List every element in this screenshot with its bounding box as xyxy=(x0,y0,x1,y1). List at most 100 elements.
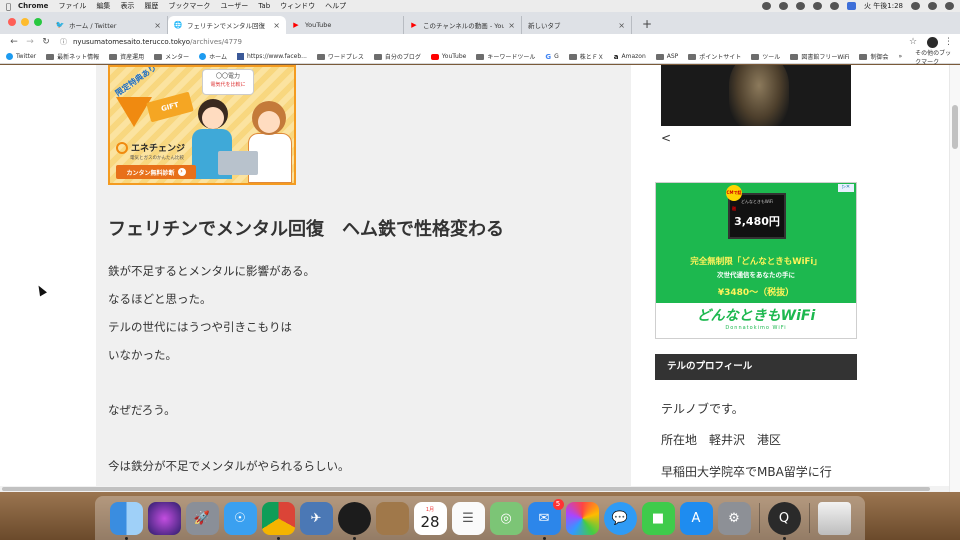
bookmark-item[interactable]: 資産運用 xyxy=(109,52,144,61)
bookmark-item[interactable]: メンター xyxy=(154,52,189,61)
menu-history[interactable]: 履歴 xyxy=(144,1,158,11)
tab-youtube-channel[interactable]: ▶ このチャンネルの動画 - YouTube × xyxy=(404,16,522,34)
compass-app-icon[interactable] xyxy=(337,501,371,540)
scrollbar-thumb[interactable] xyxy=(2,487,930,491)
close-window-button[interactable] xyxy=(8,18,16,26)
record-icon[interactable] xyxy=(762,2,772,10)
chrome-status-icon[interactable] xyxy=(779,2,789,10)
siri-icon[interactable] xyxy=(147,501,181,535)
more-menu-icon[interactable]: ⋮ xyxy=(944,37,954,47)
app-store-icon[interactable]: A xyxy=(679,501,713,535)
status-area: 火 午後1:28 xyxy=(762,1,954,11)
chrome-icon[interactable] xyxy=(261,501,295,540)
bookmark-item[interactable]: GG xyxy=(545,53,558,61)
bookmark-item[interactable]: 制御会 xyxy=(859,52,888,61)
tab-youtube[interactable]: ▶ YouTube xyxy=(286,16,404,34)
wifi-banner-ad[interactable]: ▷✕ どんなときもWiFi 3,480円 CMで話題 完全無制限「どんなときもW… xyxy=(655,182,857,339)
input-method-icon[interactable] xyxy=(847,2,857,10)
search-icon[interactable] xyxy=(928,2,937,10)
menu-view[interactable]: 表示 xyxy=(120,1,134,11)
profile-text: 所在地 軽井沢 港区 xyxy=(661,433,782,447)
close-icon[interactable]: × xyxy=(273,21,280,30)
bookmark-item[interactable]: 自分のブログ xyxy=(373,52,421,61)
volume-icon[interactable] xyxy=(830,2,840,10)
forward-icon[interactable]: → xyxy=(22,37,38,47)
bookmark-item[interactable]: ツール xyxy=(751,52,780,61)
banner-cta-button[interactable]: カンタン無料診断 › xyxy=(116,165,196,179)
bookmark-item[interactable]: ホーム xyxy=(199,52,227,61)
menu-bookmarks[interactable]: ブックマーク xyxy=(168,1,210,11)
bookmark-item[interactable]: 最新ネット情報 xyxy=(46,52,99,61)
close-icon[interactable]: × xyxy=(508,21,515,30)
mail-icon[interactable]: ✉ 5 xyxy=(527,498,564,540)
menu-app-name[interactable]: Chrome xyxy=(18,2,48,10)
bookmark-item[interactable]: a Amazon xyxy=(614,53,646,61)
person-face xyxy=(202,107,224,129)
menu-help[interactable]: ヘルプ xyxy=(325,1,346,11)
close-icon[interactable]: × xyxy=(618,21,625,30)
bookmark-item[interactable]: Twitter xyxy=(6,53,36,60)
facetime-icon[interactable]: ■ xyxy=(641,501,675,535)
sidebar-slider-image[interactable] xyxy=(661,65,851,126)
reminders-icon[interactable]: ☰ xyxy=(451,501,485,535)
reload-icon[interactable]: ↻ xyxy=(38,37,54,47)
other-bookmarks[interactable]: その他のブックマーク xyxy=(915,48,954,66)
trash-icon[interactable] xyxy=(817,501,851,535)
bookmark-item[interactable]: https://www.faceb... xyxy=(236,53,307,60)
system-preferences-icon[interactable]: ⚙ xyxy=(717,501,751,535)
bookmark-item[interactable]: ポイントサイト xyxy=(688,52,741,61)
calendar-icon[interactable]: 1月 28 xyxy=(413,501,447,535)
bookmark-item[interactable]: 図書館フリーWiFi xyxy=(790,52,849,61)
tab-new[interactable]: 新しいタブ × xyxy=(522,16,632,34)
menu-window[interactable]: ウィンドウ xyxy=(280,1,315,11)
slider-prev-button[interactable]: < xyxy=(661,131,671,145)
adchoices-icon[interactable]: ▷✕ xyxy=(838,184,854,192)
bookmark-item[interactable]: 株とＦＸ xyxy=(568,52,604,61)
messages-icon[interactable]: 💬 xyxy=(603,501,637,535)
launchpad-icon[interactable]: 🚀 xyxy=(185,501,219,535)
menu-user[interactable]: ユーザー xyxy=(220,1,248,11)
bookmarks-overflow-button[interactable]: » xyxy=(898,53,902,60)
profile-avatar[interactable] xyxy=(927,36,938,48)
tab-article[interactable]: 🌐 フェリチンでメンタル回復 ヘム鉄 × xyxy=(168,16,286,34)
bookmark-item[interactable]: ASP xyxy=(655,53,678,60)
apple-menu-icon[interactable]:  xyxy=(6,2,18,11)
bookmark-item[interactable]: ワードプレス xyxy=(316,52,364,61)
finder-icon[interactable] xyxy=(109,501,143,540)
quicktime-icon[interactable]: Q xyxy=(767,501,801,540)
info-icon[interactable]: ⓘ xyxy=(60,37,67,47)
menu-edit[interactable]: 編集 xyxy=(96,1,110,11)
user-icon[interactable] xyxy=(911,2,920,10)
macos-menubar:  Chrome ファイル 編集 表示 履歴 ブックマーク ユーザー Tab ウ… xyxy=(0,0,960,12)
wifi-icon[interactable] xyxy=(796,2,806,10)
list-icon[interactable] xyxy=(945,2,954,10)
menu-file[interactable]: ファイル xyxy=(58,1,86,11)
menu-tab[interactable]: Tab xyxy=(258,2,270,10)
maps-icon[interactable]: ◎ xyxy=(489,501,523,535)
bookmark-label: YouTube xyxy=(441,53,467,60)
bookmark-item[interactable]: キーワードツール xyxy=(476,52,535,61)
preview-icon[interactable]: ✈ xyxy=(299,501,333,535)
clock[interactable]: 火 午後1:28 xyxy=(864,1,903,11)
folder-icon xyxy=(859,53,868,60)
vertical-scrollbar[interactable] xyxy=(949,65,960,492)
safari-icon[interactable]: ☉ xyxy=(223,501,257,535)
enechange-banner-ad[interactable]: 限定特典あり GIFT 〇〇電力 電気代を比較に エネチェンジ 電気とガスのかん… xyxy=(108,65,296,185)
google-icon: G xyxy=(545,52,552,61)
bookmark-label: ポイントサイト xyxy=(699,54,742,61)
bookmark-item[interactable]: YouTube xyxy=(430,53,467,60)
notes-book-icon[interactable] xyxy=(375,501,409,535)
minimize-window-button[interactable] xyxy=(21,18,29,26)
bookmark-star-icon[interactable]: ☆ xyxy=(905,37,921,47)
bookmark-label: Amazon xyxy=(621,53,646,60)
new-tab-button[interactable]: + xyxy=(632,17,662,34)
address-bar[interactable]: ⓘ nyusumatomesaito.terucco.tokyo/archive… xyxy=(60,35,897,49)
zoom-window-button[interactable] xyxy=(34,18,42,26)
photos-icon[interactable] xyxy=(565,501,599,535)
tab-twitter[interactable]: 🐦 ホーム / Twitter × xyxy=(50,16,168,34)
bluetooth-icon[interactable] xyxy=(813,2,823,10)
banner-speech-bubble: 〇〇電力 電気代を比較に xyxy=(202,69,254,95)
close-icon[interactable]: × xyxy=(154,21,161,30)
back-icon[interactable]: ← xyxy=(6,37,22,47)
scrollbar-thumb[interactable] xyxy=(952,105,958,149)
